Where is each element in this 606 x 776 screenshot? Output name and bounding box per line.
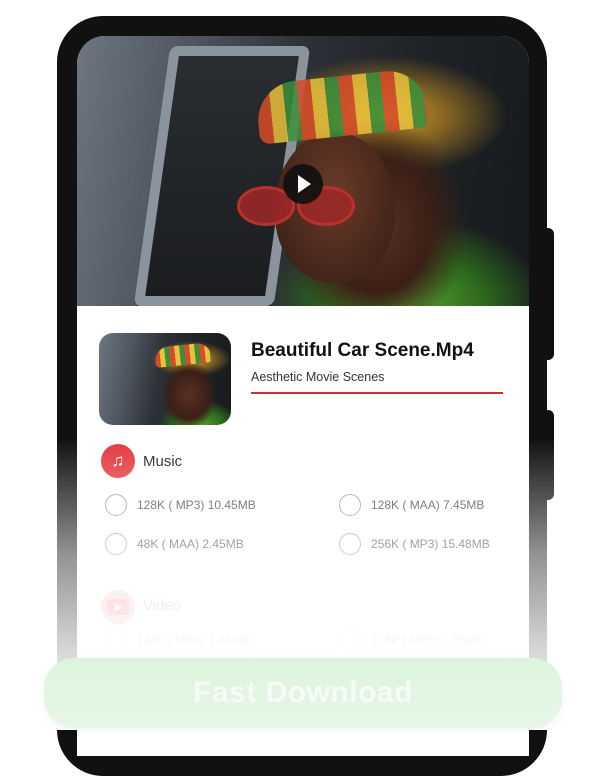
option-label: 128K ( MP3) 10.45MB	[137, 498, 256, 512]
thumbnail-headscarf	[154, 342, 212, 368]
fast-download-button[interactable]: Fast Download	[44, 658, 562, 728]
title-underline	[251, 392, 503, 394]
play-icon[interactable]	[283, 164, 323, 204]
video-section-label: Video	[143, 597, 182, 614]
option-label: 144P ( MAA) 1.45MB	[137, 633, 251, 647]
phone-side-button	[542, 228, 554, 360]
radio-button[interactable]	[105, 533, 127, 555]
music-option[interactable]: 128K ( MP3) 10.45MB	[105, 494, 256, 516]
music-option[interactable]: 48K ( MAA) 2.45MB	[105, 533, 244, 555]
radio-button[interactable]	[339, 629, 361, 651]
option-label: 256K ( MP3) 15.48MB	[371, 537, 490, 551]
radio-button[interactable]	[105, 629, 127, 651]
radio-button[interactable]	[339, 494, 361, 516]
video-option[interactable]: 128P ( MP3) 3.25MB	[339, 629, 483, 651]
radio-button[interactable]	[339, 533, 361, 555]
phone-screen: Beautiful Car Scene.Mp4 Aesthetic Movie …	[77, 36, 529, 756]
video-thumbnail	[99, 333, 231, 425]
video-preview[interactable]	[77, 36, 529, 306]
phone-side-button	[542, 410, 554, 500]
video-icon	[101, 590, 135, 624]
video-option[interactable]: 144P ( MAA) 1.45MB	[105, 629, 250, 651]
music-option[interactable]: 256K ( MP3) 15.48MB	[339, 533, 490, 555]
media-subtitle: Aesthetic Movie Scenes	[251, 370, 385, 384]
music-option[interactable]: 128K ( MAA) 7.45MB	[339, 494, 484, 516]
option-label: 48K ( MAA) 2.45MB	[137, 537, 244, 551]
music-note-icon: ♫	[101, 444, 135, 478]
media-title: Beautiful Car Scene.Mp4	[251, 340, 474, 361]
option-label: 128P ( MP3) 3.25MB	[371, 633, 483, 647]
music-section-label: Music	[143, 453, 183, 470]
option-label: 128K ( MAA) 7.45MB	[371, 498, 485, 512]
radio-button[interactable]	[105, 494, 127, 516]
